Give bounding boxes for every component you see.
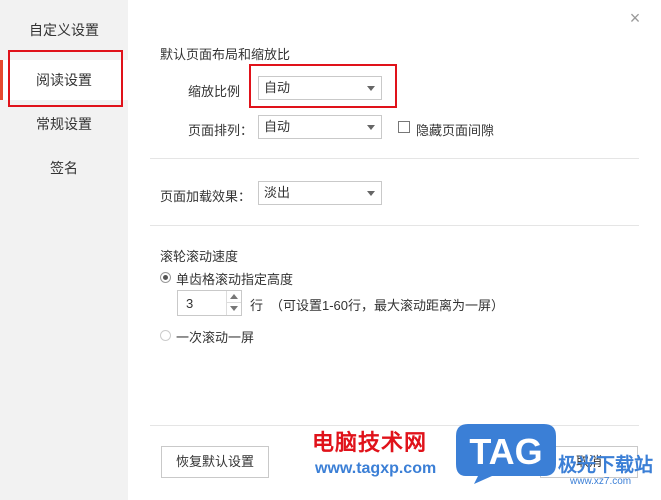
watermark-site-cn: 电脑技术网 xyxy=(312,430,428,455)
load-effect-label: 页面加载效果： xyxy=(160,189,252,204)
sidebar-title: 自定义设置 xyxy=(29,22,99,38)
arrow-up-icon[interactable] xyxy=(227,291,241,303)
layout-heading: 默认页面布局和缩放比 xyxy=(160,47,291,62)
divider xyxy=(150,158,639,159)
sidebar: 自定义设置 阅读设置 常规设置 签名 xyxy=(0,0,128,500)
zoom-select-value: 自动 xyxy=(264,80,291,95)
hide-gap-checkbox[interactable] xyxy=(398,121,410,133)
chevron-down-icon xyxy=(367,86,375,91)
hide-gap-label: 隐藏页面间隙 xyxy=(416,123,495,138)
restore-defaults-button[interactable]: 恢复默认设置 xyxy=(161,446,269,478)
stepper-buttons xyxy=(226,291,241,315)
rows-hint: （可设置1-60行，最大滚动距离为一屏） xyxy=(270,298,505,313)
arrow-down-icon[interactable] xyxy=(227,303,241,315)
load-effect-select-value: 淡出 xyxy=(264,185,291,200)
scroll-option1-radio[interactable] xyxy=(160,272,171,283)
tag-logo: TAG xyxy=(456,424,556,484)
arrange-select[interactable]: 自动 xyxy=(258,115,382,139)
scroll-option2-radio[interactable] xyxy=(160,330,171,341)
rows-stepper-value[interactable]: 3 xyxy=(186,296,193,311)
arrange-select-value: 自动 xyxy=(264,119,291,134)
load-effect-select[interactable]: 淡出 xyxy=(258,181,382,205)
zoom-label: 缩放比例 xyxy=(188,84,241,99)
zoom-select[interactable]: 自动 xyxy=(258,76,382,100)
divider xyxy=(150,225,639,226)
tag-logo-text: TAG xyxy=(469,431,542,472)
rows-stepper[interactable]: 3 xyxy=(177,290,242,316)
chevron-down-icon xyxy=(367,125,375,130)
watermark-right-cn: 极光下载站 xyxy=(558,455,654,476)
scroll-heading: 滚轮滚动速度 xyxy=(160,249,239,264)
scroll-option1-label: 单齿格滚动指定高度 xyxy=(176,272,294,287)
sidebar-item-signature[interactable]: 签名 xyxy=(0,148,128,188)
close-icon[interactable]: × xyxy=(625,8,645,28)
sidebar-item-reading[interactable]: 阅读设置 xyxy=(0,60,128,100)
scroll-option2-label: 一次滚动一屏 xyxy=(176,330,255,345)
watermark-right-url: www.xz7.com xyxy=(570,476,632,487)
watermark-site-url: www.tagxp.com xyxy=(315,460,437,477)
rows-unit: 行 xyxy=(250,298,264,313)
arrange-label: 页面排列： xyxy=(188,123,254,138)
chevron-down-icon xyxy=(367,191,375,196)
sidebar-item-general[interactable]: 常规设置 xyxy=(0,104,128,144)
